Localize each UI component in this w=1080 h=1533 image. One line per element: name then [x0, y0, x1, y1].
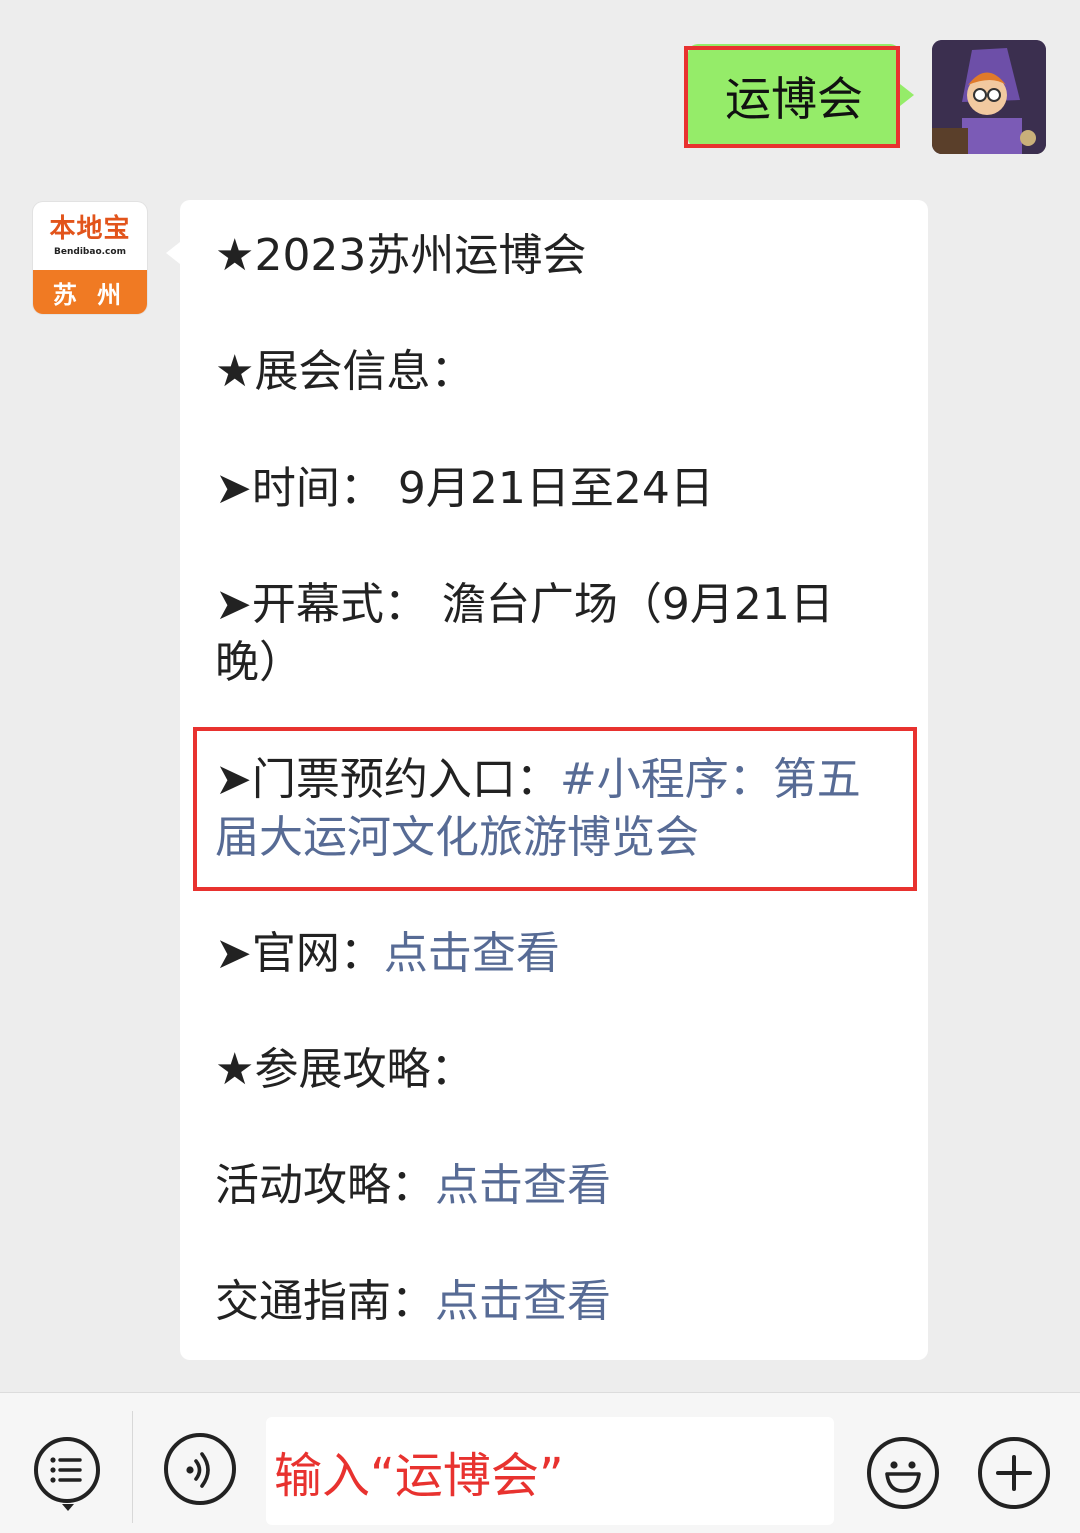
website-link[interactable]: 点击查看 — [384, 928, 560, 979]
bot-avatar-top: 本地宝 Bendibao.com — [33, 202, 147, 270]
activity-link[interactable]: 点击查看 — [435, 1160, 611, 1211]
incoming-message-bubble: ★2023苏州运博会 ★展会信息： ➤时间： 9月21日至24日 ➤开幕式： 澹… — [166, 200, 928, 1360]
chat-area: 运博会 本地宝 Bendibao.com 苏 州 ★2023苏州运博会 ★展会信… — [0, 0, 1080, 1392]
bot-avatar[interactable]: 本地宝 Bendibao.com 苏 州 — [33, 202, 147, 314]
section-guide-heading: ★参展攻略： — [215, 1044, 475, 1095]
emoji-icon-glyph — [885, 1461, 921, 1493]
section-info-heading: ★展会信息： — [215, 346, 475, 397]
message-input[interactable]: 输入“运博会” — [266, 1417, 834, 1525]
activity-label: 活动攻略： — [215, 1160, 435, 1211]
input-bar: 输入“运博会” — [0, 1392, 1080, 1533]
voice-icon-glyph — [186, 1452, 210, 1488]
website-line: ➤官网：点击查看 — [215, 925, 560, 983]
emoji-icon[interactable] — [867, 1437, 939, 1509]
time-line: ➤时间： 9月21日至24日 — [215, 463, 714, 514]
user-avatar-image — [932, 40, 1046, 154]
activity-line: 活动攻略：点击查看 — [215, 1157, 611, 1215]
bot-city-label: 苏 州 — [33, 270, 147, 314]
menu-list-icon-glyph — [50, 1457, 82, 1483]
website-label: ➤官网： — [215, 928, 384, 979]
traffic-label: 交通指南： — [215, 1276, 435, 1327]
input-bar-divider — [132, 1411, 133, 1523]
traffic-link[interactable]: 点击查看 — [435, 1276, 611, 1327]
menu-caret-icon — [62, 1504, 74, 1511]
menu-list-icon[interactable] — [34, 1437, 100, 1511]
add-icon[interactable] — [978, 1437, 1050, 1509]
voice-icon[interactable] — [164, 1433, 236, 1505]
ticket-line: ➤门票预约入口：#小程序：第五届大运河文化旅游博览会 — [215, 751, 895, 867]
outgoing-message-text: 运博会 — [725, 72, 863, 126]
bot-brand-domain: Bendibao.com — [54, 247, 126, 257]
outgoing-message-bubble[interactable]: 运博会 — [688, 44, 914, 148]
bot-brand-logo: 本地宝 — [49, 214, 131, 244]
add-icon-glyph — [996, 1455, 1032, 1491]
traffic-line: 交通指南：点击查看 — [215, 1273, 611, 1331]
user-avatar[interactable] — [932, 40, 1046, 154]
message-input-text: 输入“运博会” — [274, 1448, 564, 1504]
message-title: ★2023苏州运博会 — [215, 230, 587, 281]
opening-line: ➤开幕式： 澹台广场（9月21日晚） — [215, 579, 834, 688]
ticket-label: ➤门票预约入口： — [215, 754, 560, 805]
